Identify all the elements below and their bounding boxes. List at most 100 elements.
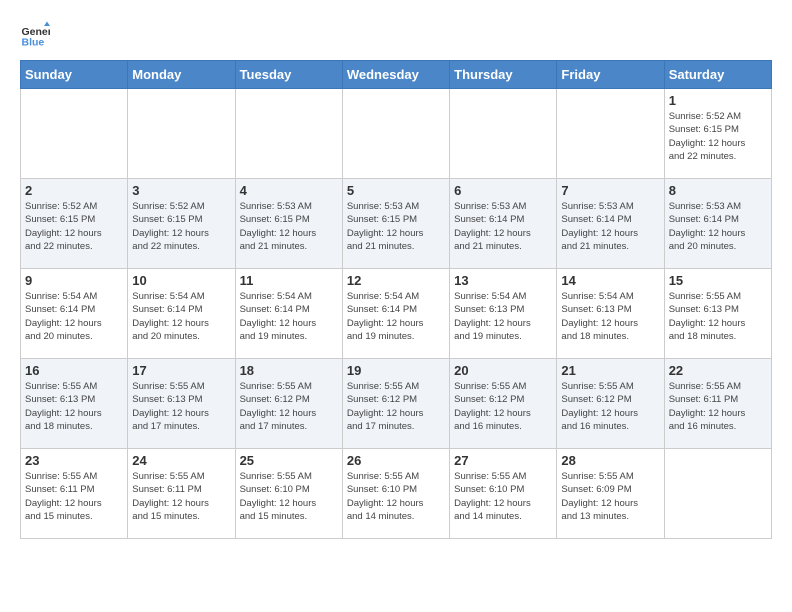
day-info: Sunrise: 5:55 AM Sunset: 6:11 PM Dayligh…: [132, 470, 230, 523]
calendar-cell: 26Sunrise: 5:55 AM Sunset: 6:10 PM Dayli…: [342, 449, 449, 539]
calendar-header-row: SundayMondayTuesdayWednesdayThursdayFrid…: [21, 61, 772, 89]
day-number: 16: [25, 363, 123, 378]
day-info: Sunrise: 5:55 AM Sunset: 6:12 PM Dayligh…: [347, 380, 445, 433]
day-number: 23: [25, 453, 123, 468]
day-info: Sunrise: 5:55 AM Sunset: 6:09 PM Dayligh…: [561, 470, 659, 523]
day-info: Sunrise: 5:55 AM Sunset: 6:13 PM Dayligh…: [669, 290, 767, 343]
day-info: Sunrise: 5:55 AM Sunset: 6:10 PM Dayligh…: [454, 470, 552, 523]
day-number: 7: [561, 183, 659, 198]
day-number: 10: [132, 273, 230, 288]
calendar-cell: 22 Sunrise: 5:55 AM Sunset: 6:11 PM Dayli…: [664, 359, 771, 449]
day-number: 15: [669, 273, 767, 288]
calendar-cell: 6 Sunrise: 5:53 AM Sunset: 6:14 PM Daylig…: [450, 179, 557, 269]
calendar-week-row: 1 Sunrise: 5:52 AM Sunset: 6:15 PM Daylig…: [21, 89, 772, 179]
calendar-cell: 12 Sunrise: 5:54 AM Sunset: 6:14 PM Dayli…: [342, 269, 449, 359]
day-number: 6: [454, 183, 552, 198]
calendar-cell: [664, 449, 771, 539]
day-info: Sunrise: 5:55 AM Sunset: 6:12 PM Dayligh…: [240, 380, 338, 433]
calendar-cell: 1 Sunrise: 5:52 AM Sunset: 6:15 PM Daylig…: [664, 89, 771, 179]
calendar-cell: 14 Sunrise: 5:54 AM Sunset: 6:13 PM Dayli…: [557, 269, 664, 359]
calendar-cell: [342, 89, 449, 179]
day-number: 24: [132, 453, 230, 468]
calendar-cell: 23 Sunrise: 5:55 AM Sunset: 6:11 PM Dayli…: [21, 449, 128, 539]
calendar-cell: 9 Sunrise: 5:54 AM Sunset: 6:14 PM Daylig…: [21, 269, 128, 359]
svg-text:Blue: Blue: [22, 37, 45, 49]
day-number: 5: [347, 183, 445, 198]
day-info: Sunrise: 5:55 AM Sunset: 6:12 PM Dayligh…: [561, 380, 659, 433]
day-info: Sunrise: 5:54 AM Sunset: 6:14 PM Dayligh…: [347, 290, 445, 343]
day-info: Sunrise: 5:55 AM Sunset: 6:11 PM Dayligh…: [669, 380, 767, 433]
calendar-table: SundayMondayTuesdayWednesdayThursdayFrid…: [20, 60, 772, 539]
day-info: Sunrise: 5:54 AM Sunset: 6:13 PM Dayligh…: [561, 290, 659, 343]
calendar-week-row: 9 Sunrise: 5:54 AM Sunset: 6:14 PM Daylig…: [21, 269, 772, 359]
day-info: Sunrise: 5:55 AM Sunset: 6:13 PM Dayligh…: [132, 380, 230, 433]
calendar-cell: 3Sunrise: 5:52 AM Sunset: 6:15 PM Daylig…: [128, 179, 235, 269]
logo: General Blue: [20, 20, 52, 50]
day-info: Sunrise: 5:53 AM Sunset: 6:15 PM Dayligh…: [347, 200, 445, 253]
day-info: Sunrise: 5:54 AM Sunset: 6:13 PM Dayligh…: [454, 290, 552, 343]
weekday-header: Wednesday: [342, 61, 449, 89]
day-number: 13: [454, 273, 552, 288]
day-number: 9: [25, 273, 123, 288]
calendar-cell: [557, 89, 664, 179]
calendar-week-row: 2 Sunrise: 5:52 AM Sunset: 6:15 PM Daylig…: [21, 179, 772, 269]
day-number: 8: [669, 183, 767, 198]
calendar-cell: 18 Sunrise: 5:55 AM Sunset: 6:12 PM Dayli…: [235, 359, 342, 449]
day-info: Sunrise: 5:54 AM Sunset: 6:14 PM Dayligh…: [25, 290, 123, 343]
day-info: Sunrise: 5:55 AM Sunset: 6:10 PM Dayligh…: [240, 470, 338, 523]
day-number: 4: [240, 183, 338, 198]
day-number: 12: [347, 273, 445, 288]
day-number: 20: [454, 363, 552, 378]
day-info: Sunrise: 5:53 AM Sunset: 6:15 PM Dayligh…: [240, 200, 338, 253]
day-info: Sunrise: 5:53 AM Sunset: 6:14 PM Dayligh…: [669, 200, 767, 253]
calendar-cell: 8 Sunrise: 5:53 AM Sunset: 6:14 PM Daylig…: [664, 179, 771, 269]
day-info: Sunrise: 5:52 AM Sunset: 6:15 PM Dayligh…: [669, 110, 767, 163]
calendar-cell: 11 Sunrise: 5:54 AM Sunset: 6:14 PM Dayli…: [235, 269, 342, 359]
calendar-cell: [128, 89, 235, 179]
calendar-cell: 19 Sunrise: 5:55 AM Sunset: 6:12 PM Dayli…: [342, 359, 449, 449]
calendar-cell: 7 Sunrise: 5:53 AM Sunset: 6:14 PM Daylig…: [557, 179, 664, 269]
day-info: Sunrise: 5:54 AM Sunset: 6:14 PM Dayligh…: [240, 290, 338, 343]
day-number: 21: [561, 363, 659, 378]
calendar-cell: 2 Sunrise: 5:52 AM Sunset: 6:15 PM Daylig…: [21, 179, 128, 269]
day-info: Sunrise: 5:55 AM Sunset: 6:11 PM Dayligh…: [25, 470, 123, 523]
calendar-cell: 21 Sunrise: 5:55 AM Sunset: 6:12 PM Dayli…: [557, 359, 664, 449]
day-number: 19: [347, 363, 445, 378]
weekday-header: Tuesday: [235, 61, 342, 89]
day-number: 1: [669, 93, 767, 108]
day-number: 22: [669, 363, 767, 378]
day-info: Sunrise: 5:53 AM Sunset: 6:14 PM Dayligh…: [454, 200, 552, 253]
calendar-cell: 15 Sunrise: 5:55 AM Sunset: 6:13 PM Dayli…: [664, 269, 771, 359]
calendar-cell: 17 Sunrise: 5:55 AM Sunset: 6:13 PM Dayli…: [128, 359, 235, 449]
calendar-cell: 24 Sunrise: 5:55 AM Sunset: 6:11 PM Dayli…: [128, 449, 235, 539]
weekday-header: Monday: [128, 61, 235, 89]
day-number: 25: [240, 453, 338, 468]
day-number: 17: [132, 363, 230, 378]
day-number: 18: [240, 363, 338, 378]
day-info: Sunrise: 5:55 AM Sunset: 6:13 PM Dayligh…: [25, 380, 123, 433]
day-info: Sunrise: 5:53 AM Sunset: 6:14 PM Dayligh…: [561, 200, 659, 253]
day-number: 14: [561, 273, 659, 288]
calendar-cell: 13 Sunrise: 5:54 AM Sunset: 6:13 PM Dayli…: [450, 269, 557, 359]
calendar-week-row: 16 Sunrise: 5:55 AM Sunset: 6:13 PM Dayli…: [21, 359, 772, 449]
weekday-header: Friday: [557, 61, 664, 89]
calendar-cell: 25 Sunrise: 5:55 AM Sunset: 6:10 PM Dayli…: [235, 449, 342, 539]
calendar-cell: [21, 89, 128, 179]
day-number: 28: [561, 453, 659, 468]
day-number: 2: [25, 183, 123, 198]
day-number: 11: [240, 273, 338, 288]
calendar-cell: 10 Sunrise: 5:54 AM Sunset: 6:14 PM Dayli…: [128, 269, 235, 359]
weekday-header: Sunday: [21, 61, 128, 89]
calendar-cell: [235, 89, 342, 179]
calendar-cell: 4 Sunrise: 5:53 AM Sunset: 6:15 PM Daylig…: [235, 179, 342, 269]
page-header: General Blue: [20, 20, 772, 50]
calendar-cell: 16 Sunrise: 5:55 AM Sunset: 6:13 PM Dayli…: [21, 359, 128, 449]
calendar-cell: 27Sunrise: 5:55 AM Sunset: 6:10 PM Dayli…: [450, 449, 557, 539]
calendar-cell: [450, 89, 557, 179]
day-info: Sunrise: 5:55 AM Sunset: 6:12 PM Dayligh…: [454, 380, 552, 433]
day-info: Sunrise: 5:52 AM Sunset: 6:15 PM Dayligh…: [25, 200, 123, 253]
day-info: Sunrise: 5:54 AM Sunset: 6:14 PM Dayligh…: [132, 290, 230, 343]
day-number: 3: [132, 183, 230, 198]
day-number: 26: [347, 453, 445, 468]
calendar-cell: 28 Sunrise: 5:55 AM Sunset: 6:09 PM Dayli…: [557, 449, 664, 539]
